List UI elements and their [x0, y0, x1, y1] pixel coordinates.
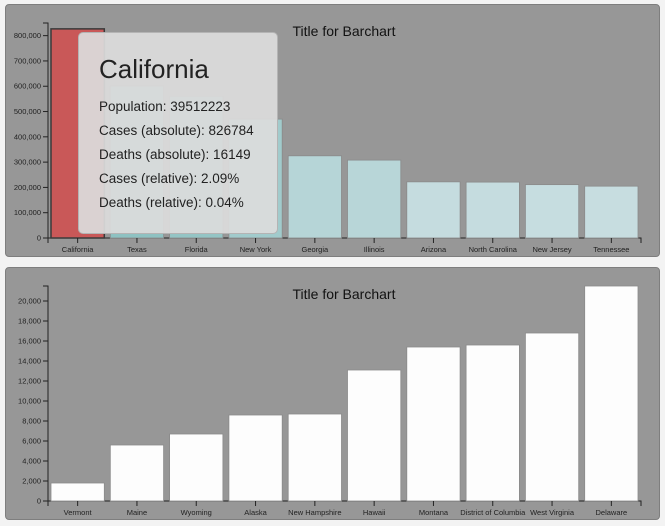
state-tooltip: California Population: 39512223 Cases (a… [78, 32, 278, 234]
y-tick-label: 300,000 [14, 158, 41, 167]
x-tick-label: Vermont [64, 508, 93, 517]
x-tick-label: Florida [185, 245, 209, 254]
tooltip-population: Population: 39512223 [99, 99, 231, 114]
y-tick-label: 16,000 [18, 337, 41, 346]
y-axis-line [43, 22, 49, 239]
x-tick-label: Texas [127, 245, 147, 254]
bar[interactable] [584, 185, 639, 239]
tooltip-deaths-absolute: Deaths (absolute): 16149 [99, 147, 251, 162]
x-tick-label: Illinois [364, 245, 385, 254]
y-tick-label: 14,000 [18, 357, 41, 366]
bar[interactable] [406, 346, 461, 502]
x-tick-label: Alaska [244, 508, 267, 517]
x-tick-label: Delaware [596, 508, 628, 517]
x-tick-label: Maine [127, 508, 147, 517]
chart-title: Title for Barchart [293, 286, 396, 302]
x-tick-label: Hawaii [363, 508, 386, 517]
y-tick-label: 200,000 [14, 183, 41, 192]
bar[interactable] [228, 414, 283, 502]
y-tick-label: 10,000 [18, 397, 41, 406]
x-tick-label: Montana [419, 508, 449, 517]
y-tick-label: 700,000 [14, 56, 41, 65]
y-tick-label: 100,000 [14, 208, 41, 217]
tooltip-cases-relative: Cases (relative): 2.09% [99, 171, 240, 186]
bar[interactable] [347, 369, 402, 502]
y-tick-label: 6,000 [22, 437, 41, 446]
y-tick-label: 4,000 [22, 457, 41, 466]
x-tick-label: North Carolina [469, 245, 518, 254]
y-tick-label: 500,000 [14, 107, 41, 116]
bar[interactable] [169, 433, 224, 502]
y-axis-line [43, 285, 49, 502]
bar[interactable] [525, 184, 580, 239]
x-tick-label: New Hampshire [288, 508, 341, 517]
x-tick-label: District of Columbia [460, 508, 526, 517]
y-tick-label: 2,000 [22, 477, 41, 486]
x-tick-label: New York [240, 245, 272, 254]
bar[interactable] [465, 181, 520, 239]
bar[interactable] [287, 413, 342, 502]
bar[interactable] [465, 344, 520, 502]
tooltip-title: California [99, 54, 209, 84]
x-tick-label: Georgia [302, 245, 330, 254]
y-tick-label: 600,000 [14, 82, 41, 91]
y-tick-label: 8,000 [22, 417, 41, 426]
y-tick-label: 20,000 [18, 297, 41, 306]
bar[interactable] [525, 332, 580, 502]
tooltip-cases-absolute: Cases (absolute): 826784 [99, 123, 254, 138]
x-tick-label: West Virginia [530, 508, 575, 517]
x-tick-label: New Jersey [532, 245, 571, 254]
x-tick-label: California [62, 245, 95, 254]
y-tick-label: 800,000 [14, 31, 41, 40]
x-tick-label: Arizona [421, 245, 447, 254]
tooltip-deaths-relative: Deaths (relative): 0.04% [99, 195, 244, 210]
bar[interactable] [50, 482, 105, 502]
y-tick-label: 12,000 [18, 377, 41, 386]
y-tick-label: 18,000 [18, 317, 41, 326]
x-tick-label: Wyoming [181, 508, 212, 517]
bar[interactable] [109, 444, 165, 502]
bar[interactable] [347, 159, 402, 239]
chart-title: Title for Barchart [293, 23, 396, 39]
y-tick-label: 0 [37, 234, 41, 243]
bar[interactable] [584, 285, 639, 502]
y-tick-label: 400,000 [14, 132, 41, 141]
x-tick-label: Tennessee [593, 245, 629, 254]
bar[interactable] [287, 155, 342, 239]
y-tick-label: 0 [37, 497, 41, 506]
bar[interactable] [406, 181, 461, 239]
bottom-chart-panel: Title for Barchart 0 2,000 4,000 6,000 8,000 1… [5, 267, 660, 520]
bottom-bar-chart: Title for Barchart 0 2,000 4,000 6,000 8,000 1… [18, 285, 642, 517]
